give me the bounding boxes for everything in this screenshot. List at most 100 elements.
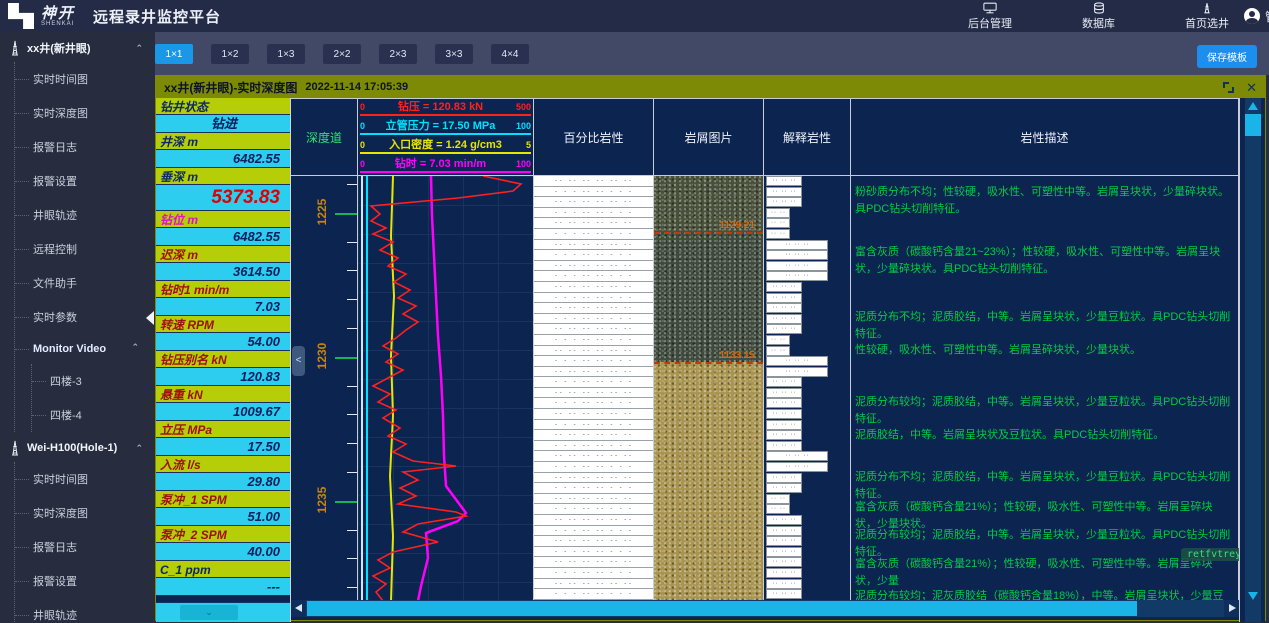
interp-row: ·· ·· ·· xyxy=(764,430,850,441)
legend-max: 100 xyxy=(516,120,531,133)
sidebar-item-实时时间图[interactable]: 实时时间图 xyxy=(15,462,155,496)
nav-home-well-select[interactable]: 首页选井 xyxy=(1185,2,1229,31)
layout-tab-1×3[interactable]: 1×3 xyxy=(267,44,305,64)
scroll-right-icon[interactable] xyxy=(1224,600,1239,617)
interp-row: ·· ·· ·· xyxy=(764,250,850,261)
param-dropdown-button[interactable]: ⌄ xyxy=(180,605,238,620)
horizontal-scroll-thumb[interactable] xyxy=(307,601,1137,616)
interp-row: ·· ·· ·· xyxy=(764,324,850,335)
legend-max: 100 xyxy=(516,158,531,171)
pct-lith-row: - - - -- -- - - - xyxy=(534,483,653,494)
sidebar-collapse-handle[interactable] xyxy=(146,311,154,325)
collapse-caret-icon[interactable]: ⌃ xyxy=(135,443,143,454)
sidebar-item-四楼-3[interactable]: 四楼-3 xyxy=(32,364,155,398)
vertical-scrollbar[interactable] xyxy=(1239,98,1265,622)
pct-lith-row: - - - -- -- - - - xyxy=(534,229,653,240)
legend-min: 0 xyxy=(360,120,365,133)
vertical-scroll-thumb[interactable] xyxy=(1245,114,1261,136)
legend-min: 0 xyxy=(360,158,365,171)
tooltip: retfvtrey xyxy=(1181,548,1239,561)
top-nav: 后台管理 数据库 首页选井 管理员2 ▼ xyxy=(968,0,1229,32)
sidebar-item-报警日志[interactable]: 报警日志 xyxy=(15,130,155,164)
layout-tab-3×3[interactable]: 3×3 xyxy=(435,44,473,64)
close-icon[interactable]: ✕ xyxy=(1246,81,1257,94)
pct-lith-row: -- -- -- -- -- -- xyxy=(534,409,653,420)
nav-database[interactable]: 数据库 xyxy=(1082,2,1115,31)
user-menu[interactable]: 管理员2 ▼ xyxy=(1244,0,1269,32)
sidebar-item-井眼轨迹[interactable]: 井眼轨迹 xyxy=(15,198,155,232)
well-node-0[interactable]: xx井(新井眼)⌃ xyxy=(0,32,155,62)
interp-row: ·· ·· ·· xyxy=(764,547,850,558)
interp-lith-box: ·· ·· ·· xyxy=(766,293,802,303)
logo-text: 神开 SHENKAI xyxy=(41,6,75,27)
pct-lith-row: - - - -- -- - - - xyxy=(534,356,653,367)
well-node-1[interactable]: Wei-H100(Hole-1) ⌃ xyxy=(0,432,155,462)
sidebar-item-实时深度图[interactable]: 实时深度图 xyxy=(15,496,155,530)
layout-tab-2×2[interactable]: 2×2 xyxy=(323,44,361,64)
scroll-up-icon[interactable] xyxy=(1245,100,1261,112)
layout-tab-2×3[interactable]: 2×3 xyxy=(379,44,417,64)
sidebar-item-远程控制[interactable]: 远程控制 xyxy=(15,232,155,266)
interp-lith-box: ·· ·· ·· xyxy=(766,314,802,324)
depth-label: 1235 xyxy=(315,483,329,517)
interp-lith-box: ·· ·· ·· xyxy=(766,547,802,557)
pct-lith-row: -- -- -- -- -- -- xyxy=(534,451,653,462)
nav-backend-management[interactable]: 后台管理 xyxy=(968,2,1012,31)
param-label-13: C_1 ppm xyxy=(156,561,290,578)
photo-depth-boundary: 1133.15 xyxy=(654,362,763,364)
sidebar-item-四楼-4[interactable]: 四楼-4 xyxy=(32,398,155,432)
interp-lith-box: ·· ·· ·· xyxy=(766,526,802,536)
nav-label: 首页选井 xyxy=(1185,15,1229,31)
sidebar-item-monitor-video[interactable]: Monitor Video⌃ xyxy=(15,334,155,364)
user-name: 管理员2 xyxy=(1265,8,1269,25)
scroll-left-icon[interactable] xyxy=(291,600,306,617)
scroll-down-icon[interactable] xyxy=(1245,590,1261,602)
sidebar-item-实时时间图[interactable]: 实时时间图 xyxy=(15,62,155,96)
nav-label: 后台管理 xyxy=(968,15,1012,31)
interp-lith-box: ·· ·· ·· xyxy=(766,473,802,483)
pct-lith-row: - - - -- -- - - - xyxy=(534,526,653,537)
interp-lith-box: ·· ·· ·· xyxy=(766,398,802,408)
sidebar-item-报警日志[interactable]: 报警日志 xyxy=(15,530,155,564)
panel-collapse-handle[interactable]: < xyxy=(292,346,305,376)
param-value-4: 3614.50 xyxy=(156,263,290,281)
legend-max: 500 xyxy=(516,101,531,114)
collapse-caret-icon[interactable]: ⌃ xyxy=(135,43,143,54)
interp-row: ·· ·· ·· xyxy=(764,473,850,484)
horizontal-scrollbar[interactable] xyxy=(291,600,1239,617)
sidebar-item-报警设置[interactable]: 报警设置 xyxy=(15,564,155,598)
param-value-11: 51.00 xyxy=(156,508,290,526)
lithology-desc-header: 岩性描述 xyxy=(851,98,1239,176)
sidebar-item-井眼轨迹[interactable]: 井眼轨迹 xyxy=(15,598,155,623)
expand-icon[interactable] xyxy=(1223,82,1234,93)
collapse-caret-icon[interactable]: ⌃ xyxy=(131,342,139,353)
interp-lith-box: ·· ·· ·· xyxy=(766,494,790,504)
pct-lith-row: -- -- -- -- -- -- xyxy=(534,579,653,590)
layout-tab-4×4[interactable]: 4×4 xyxy=(491,44,529,64)
interp-lith-box: ·· ·· ·· xyxy=(766,356,828,366)
sidebar-item-实时参数[interactable]: 实时参数 xyxy=(15,300,155,334)
interp-row: ·· ·· ·· xyxy=(764,346,850,357)
sidebar-item-报警设置[interactable]: 报警设置 xyxy=(15,164,155,198)
pct-lith-row: -- -- -- -- -- -- xyxy=(534,346,653,357)
interp-lith-box: ·· ·· ·· xyxy=(766,557,802,567)
nav-label: 数据库 xyxy=(1082,15,1115,31)
lith-description-6: 泥质分布不均；泥质胶结，中等。岩屑呈块状，少量豆粒状。具PDC钻头切削特征。 xyxy=(855,469,1232,503)
shenkai-logo-icon xyxy=(8,3,34,29)
interp-row: ·· ·· ·· xyxy=(764,356,850,367)
param-label-9: 立压 MPa xyxy=(156,421,290,438)
layout-tab-1×2[interactable]: 1×2 xyxy=(211,44,249,64)
sidebar-item-文件助手[interactable]: 文件助手 xyxy=(15,266,155,300)
cuttings-photo-segment-2 xyxy=(654,362,763,601)
sidebar-item-实时深度图[interactable]: 实时深度图 xyxy=(15,96,155,130)
lith-description-5: 泥质胶结，中等。岩屑呈块状及豆粒状。具PDC钻头切削特征。 xyxy=(855,427,1232,444)
save-template-button[interactable]: 保存模板 xyxy=(1197,45,1257,68)
well-name: Wei-H100(Hole-1) xyxy=(27,442,117,454)
realtime-depth-window: xx井(新井眼)-实时深度图 2022-11-14 17:05:39 ✕ 钻井状… xyxy=(155,75,1266,621)
interp-lith-box: ·· ·· ·· xyxy=(766,420,802,430)
pct-lithology-track: -- -- -- -- -- --- - - -- -- - - --- -- … xyxy=(534,176,654,601)
pct-lith-row: - - - -- -- - - - xyxy=(534,420,653,431)
interp-row: ·· ·· ·· xyxy=(764,462,850,473)
user-avatar-icon xyxy=(1244,8,1260,24)
layout-tab-1×1[interactable]: 1×1 xyxy=(155,44,193,64)
